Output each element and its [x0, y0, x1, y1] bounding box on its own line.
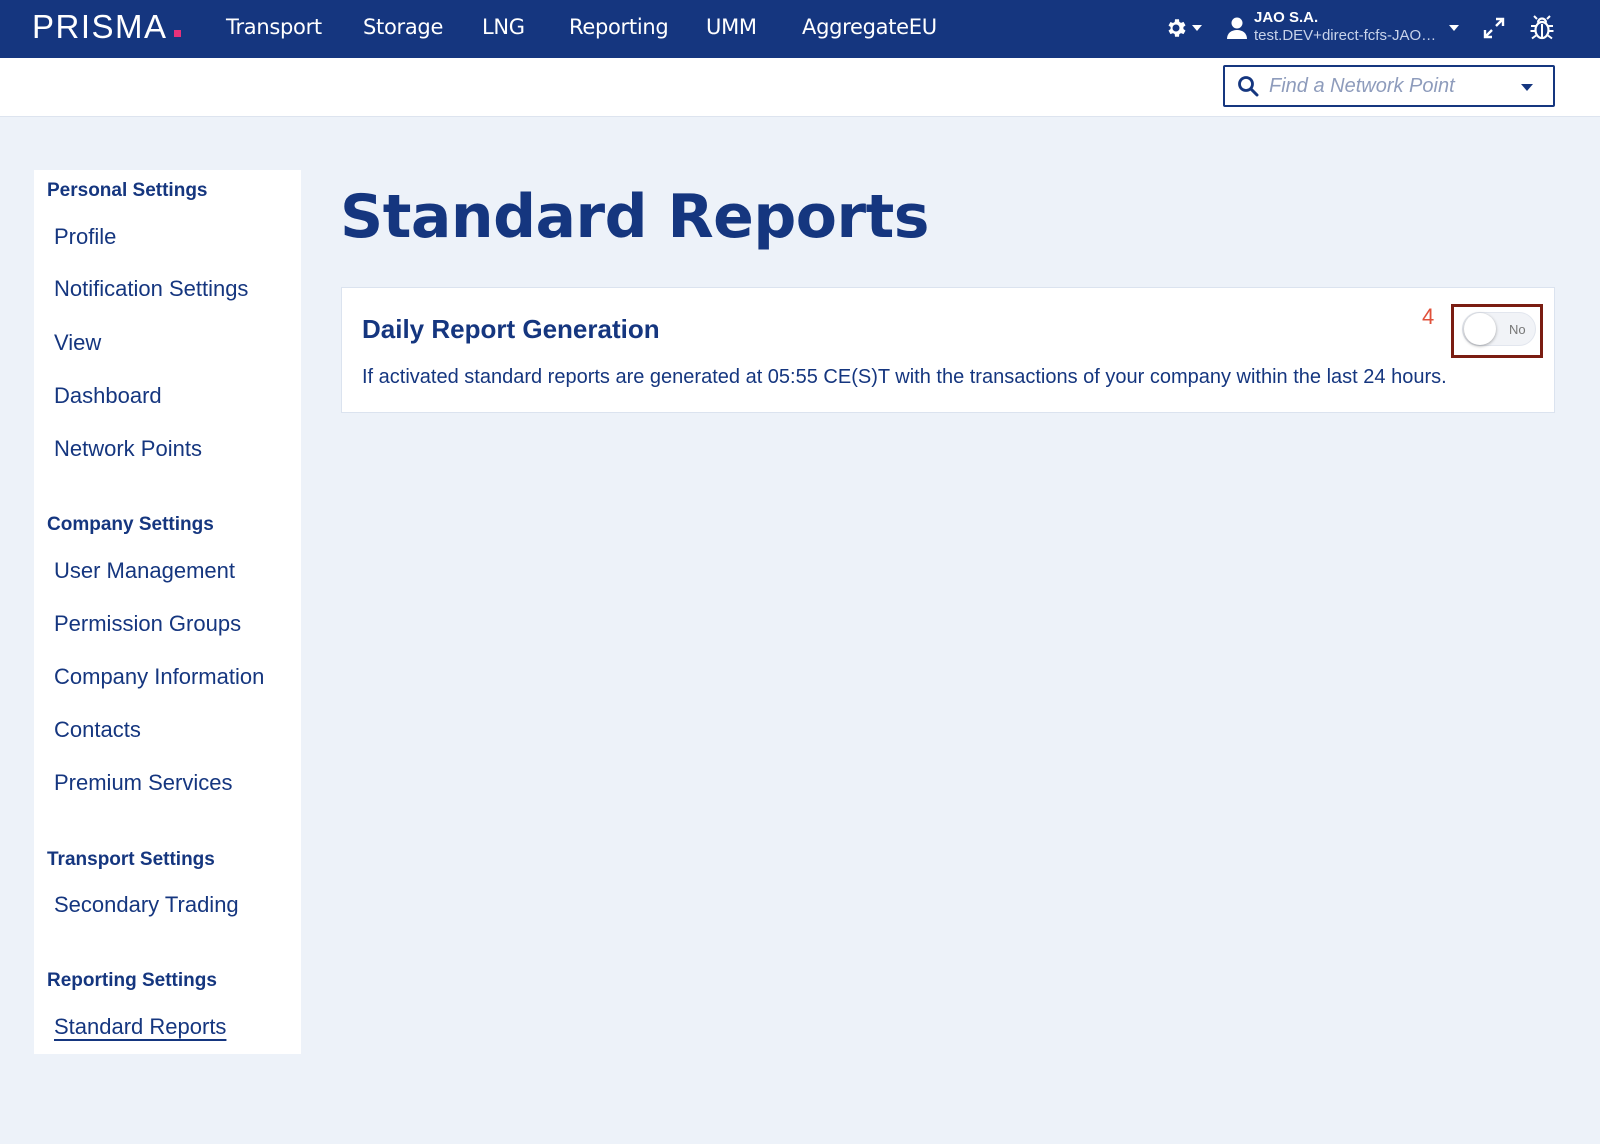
sidebar-item-company-information[interactable]: Company Information — [54, 664, 264, 690]
sidebar-item-user-management[interactable]: User Management — [54, 558, 235, 584]
toggle-knob[interactable] — [1464, 313, 1496, 345]
sidebar-item-network-points[interactable]: Network Points — [54, 436, 202, 462]
nav-storage[interactable]: Storage — [363, 15, 443, 39]
chevron-down-icon[interactable] — [1521, 84, 1533, 91]
nav-reporting[interactable]: Reporting — [569, 15, 669, 39]
sidebar-item-notification-settings[interactable]: Notification Settings — [54, 276, 248, 302]
sidebar-item-permission-groups[interactable]: Permission Groups — [54, 611, 241, 637]
toggle-label: No — [1509, 322, 1526, 337]
user-email[interactable]: test.DEV+direct-fcfs-JAO… — [1254, 27, 1444, 44]
sidebar-heading-personal: Personal Settings — [47, 180, 208, 201]
daily-report-card: Daily Report Generation If activated sta… — [341, 287, 1555, 413]
nav-umm[interactable]: UMM — [706, 15, 757, 39]
gear-icon[interactable] — [1164, 16, 1188, 40]
search-input[interactable] — [1269, 72, 1509, 100]
card-description: If activated standard reports are genera… — [362, 366, 1447, 388]
sidebar-item-contacts[interactable]: Contacts — [54, 717, 141, 743]
network-point-search[interactable] — [1223, 65, 1555, 107]
nav-lng[interactable]: LNG — [482, 15, 525, 39]
daily-report-toggle[interactable]: No — [1462, 312, 1536, 346]
card-title: Daily Report Generation — [362, 314, 660, 344]
search-icon — [1238, 76, 1259, 97]
sidebar-heading-company: Company Settings — [47, 514, 214, 535]
sidebar-item-profile[interactable]: Profile — [54, 224, 116, 250]
prisma-logo[interactable]: PRISMA — [32, 8, 168, 46]
top-nav-bar: PRISMA Transport Storage LNG Reporting U… — [0, 0, 1600, 58]
nav-transport[interactable]: Transport — [226, 15, 322, 39]
settings-sidebar: Personal Settings Profile Notification S… — [34, 170, 301, 1054]
sidebar-heading-transport: Transport Settings — [47, 849, 215, 870]
page-title: Standard Reports — [340, 182, 930, 252]
user-caret-icon[interactable] — [1449, 25, 1459, 31]
sidebar-item-dashboard[interactable]: Dashboard — [54, 383, 162, 409]
expand-icon[interactable] — [1482, 16, 1506, 40]
search-bar — [0, 58, 1600, 117]
user-icon[interactable] — [1226, 16, 1248, 40]
sidebar-item-premium-services[interactable]: Premium Services — [54, 770, 232, 796]
nav-aggregateeu[interactable]: AggregateEU — [802, 15, 937, 39]
logo-accent-dot — [174, 30, 181, 37]
sidebar-item-secondary-trading[interactable]: Secondary Trading — [54, 892, 239, 918]
gear-caret-icon[interactable] — [1192, 25, 1202, 31]
user-company[interactable]: JAO S.A. — [1254, 9, 1318, 26]
bug-icon[interactable] — [1529, 14, 1555, 42]
sidebar-item-standard-reports[interactable]: Standard Reports — [54, 1014, 226, 1040]
annotation-number: 4 — [1422, 304, 1435, 329]
sidebar-heading-reporting: Reporting Settings — [47, 970, 217, 991]
sidebar-item-view[interactable]: View — [54, 330, 101, 356]
